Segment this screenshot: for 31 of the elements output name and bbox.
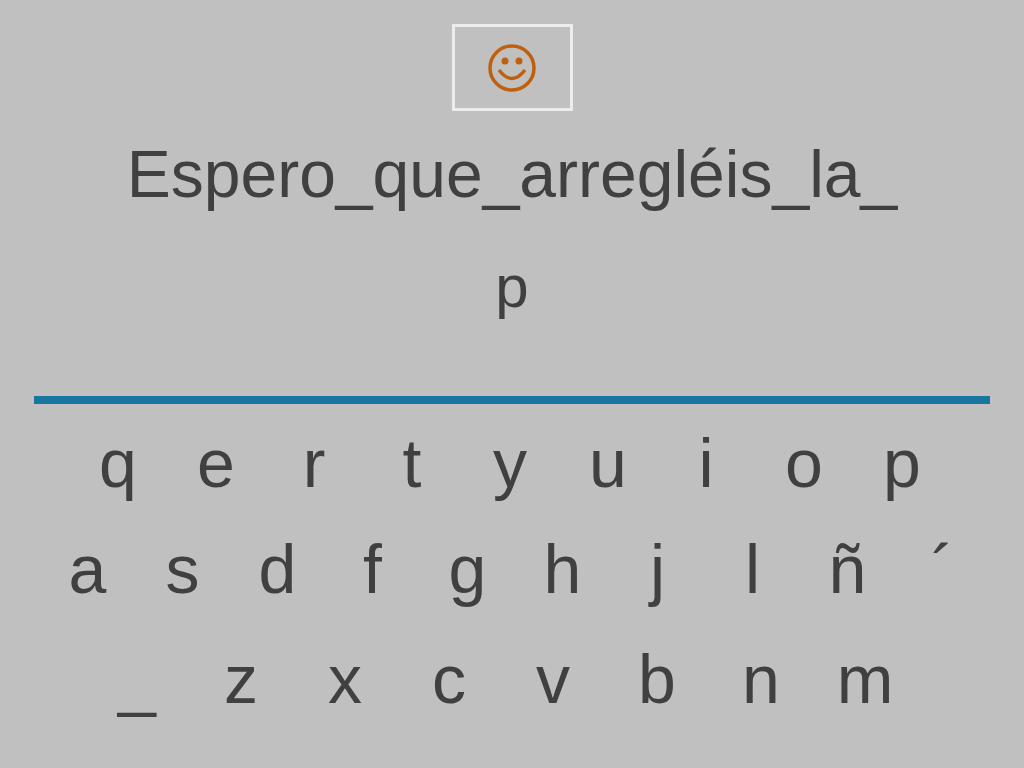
letter-key[interactable]: n [709, 629, 813, 729]
letter-key[interactable]: s [135, 519, 230, 619]
letter-key[interactable]: a [40, 519, 135, 619]
letter-key[interactable]: ñ [800, 519, 895, 619]
letter-key[interactable]: d [230, 519, 325, 619]
letter-key[interactable]: h [515, 519, 610, 619]
letter-key[interactable]: j [610, 519, 705, 619]
letter-key[interactable]: q [69, 413, 167, 513]
smiley-icon [487, 42, 537, 93]
letter-key[interactable]: i [657, 413, 755, 513]
letter-key[interactable]: x [293, 629, 397, 729]
sentence-text: Espero_que_arregléis_la_ [126, 137, 898, 211]
letter-key[interactable]: u [559, 413, 657, 513]
hint-button[interactable] [451, 24, 573, 111]
letter-key[interactable]: t [363, 413, 461, 513]
letter-key[interactable]: ´ [895, 519, 990, 619]
letter-key[interactable]: c [397, 629, 501, 729]
letter-key[interactable]: l [705, 519, 800, 619]
letter-key[interactable]: _ [85, 629, 189, 729]
letter-key[interactable]: r [265, 413, 363, 513]
letter-key[interactable]: g [420, 519, 515, 619]
letter-key[interactable]: y [461, 413, 559, 513]
letter-key[interactable]: e [167, 413, 265, 513]
letter-key[interactable]: o [755, 413, 853, 513]
letter-key[interactable]: p [853, 413, 951, 513]
letter-key[interactable]: m [813, 629, 917, 729]
letter-key[interactable]: b [605, 629, 709, 729]
answer-text: p [495, 253, 529, 320]
letter-key[interactable]: v [501, 629, 605, 729]
letter-key[interactable]: z [189, 629, 293, 729]
letter-key[interactable]: f [325, 519, 420, 619]
